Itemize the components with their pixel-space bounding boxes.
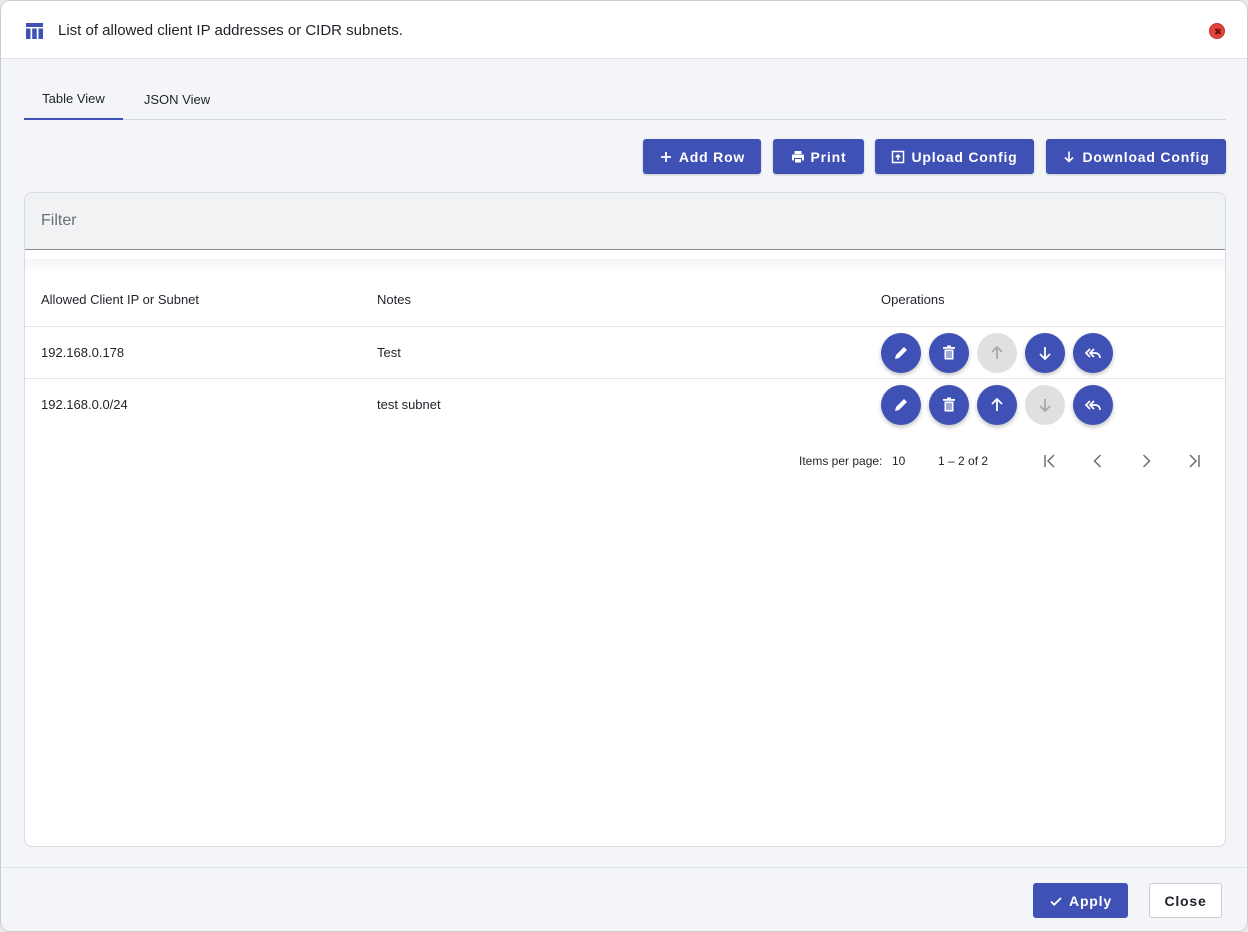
- reply-all-button[interactable]: [1073, 333, 1113, 373]
- plus-icon: [660, 151, 671, 162]
- close-icon[interactable]: [1209, 23, 1225, 39]
- column-header-operations: Operations: [881, 292, 945, 307]
- reply-all-icon: [1084, 348, 1101, 359]
- items-per-page-label: Items per page:: [799, 454, 883, 468]
- edit-button[interactable]: [881, 333, 921, 373]
- edit-button[interactable]: [881, 385, 921, 425]
- print-label: Print: [810, 148, 847, 165]
- pencil-icon: [895, 347, 907, 359]
- chevron-left-icon: [1093, 454, 1102, 468]
- download-config-label: Download Config: [1082, 148, 1210, 165]
- download-config-button[interactable]: Download Config: [1046, 139, 1226, 174]
- title-bar: List of allowed client IP addresses or C…: [1, 1, 1247, 59]
- ip-cell: 192.168.0.0/24: [41, 397, 128, 412]
- add-row-button[interactable]: Add Row: [643, 139, 761, 174]
- tab-json-view[interactable]: JSON View: [130, 79, 224, 120]
- view-tabs: Table View JSON View: [24, 79, 1226, 120]
- table-icon: [26, 23, 43, 39]
- table-row: 192.168.0.0/24 test subnet: [25, 378, 1225, 430]
- notes-cell: Test: [377, 345, 401, 360]
- paginator: Items per page: 10 1 – 2 of 2: [25, 452, 1225, 470]
- move-up-button[interactable]: [977, 385, 1017, 425]
- pencil-icon: [895, 399, 907, 411]
- upload-config-button[interactable]: Upload Config: [875, 139, 1034, 174]
- arrow-up-icon: [991, 345, 1003, 359]
- upload-icon: [892, 150, 905, 163]
- reply-all-button[interactable]: [1073, 385, 1113, 425]
- arrow-down-icon: [1039, 347, 1051, 361]
- upload-config-label: Upload Config: [911, 148, 1018, 165]
- reply-all-icon: [1084, 400, 1101, 411]
- arrow-down-icon: [1064, 151, 1075, 163]
- tab-table-view[interactable]: Table View: [24, 79, 123, 120]
- notes-cell: test subnet: [377, 397, 441, 412]
- next-page-button[interactable]: [1137, 452, 1155, 470]
- first-page-icon: [1044, 454, 1055, 468]
- add-row-label: Add Row: [678, 148, 746, 165]
- move-down-button[interactable]: [1025, 385, 1065, 425]
- table-row: 192.168.0.178 Test: [25, 326, 1225, 378]
- header-shadow: [25, 259, 1225, 273]
- printer-icon: [791, 150, 804, 163]
- trash-icon: [943, 397, 955, 412]
- arrow-down-icon: [1039, 399, 1051, 413]
- trash-icon: [943, 345, 955, 360]
- last-page-icon: [1189, 454, 1200, 468]
- row-operations: [881, 385, 1113, 425]
- page-size-select[interactable]: 10: [892, 454, 905, 468]
- apply-label: Apply: [1069, 892, 1112, 909]
- filter-input[interactable]: [25, 193, 1225, 249]
- print-button[interactable]: Print: [773, 139, 864, 174]
- ip-cell: 192.168.0.178: [41, 345, 125, 360]
- page-range: 1 – 2 of 2: [938, 454, 989, 468]
- row-operations: [881, 333, 1113, 373]
- dialog-title: List of allowed client IP addresses or C…: [58, 22, 403, 39]
- previous-page-button[interactable]: [1089, 452, 1107, 470]
- table-card: Allowed Client IP or Subnet Notes Operat…: [24, 192, 1226, 847]
- column-header-ip: Allowed Client IP or Subnet: [41, 292, 200, 307]
- move-down-button[interactable]: [1025, 333, 1065, 373]
- arrow-up-icon: [991, 397, 1003, 411]
- check-icon: [1050, 896, 1062, 906]
- move-up-button[interactable]: [977, 333, 1017, 373]
- filter-field: [25, 193, 1225, 250]
- last-page-button[interactable]: [1185, 452, 1203, 470]
- column-header-notes: Notes: [377, 292, 411, 307]
- close-button[interactable]: Close: [1149, 883, 1222, 918]
- apply-button[interactable]: Apply: [1033, 883, 1128, 918]
- delete-button[interactable]: [929, 385, 969, 425]
- chevron-right-icon: [1142, 454, 1151, 468]
- delete-button[interactable]: [929, 333, 969, 373]
- first-page-button[interactable]: [1041, 452, 1059, 470]
- dialog-footer: Apply Close: [1, 867, 1247, 931]
- dialog: List of allowed client IP addresses or C…: [0, 0, 1248, 932]
